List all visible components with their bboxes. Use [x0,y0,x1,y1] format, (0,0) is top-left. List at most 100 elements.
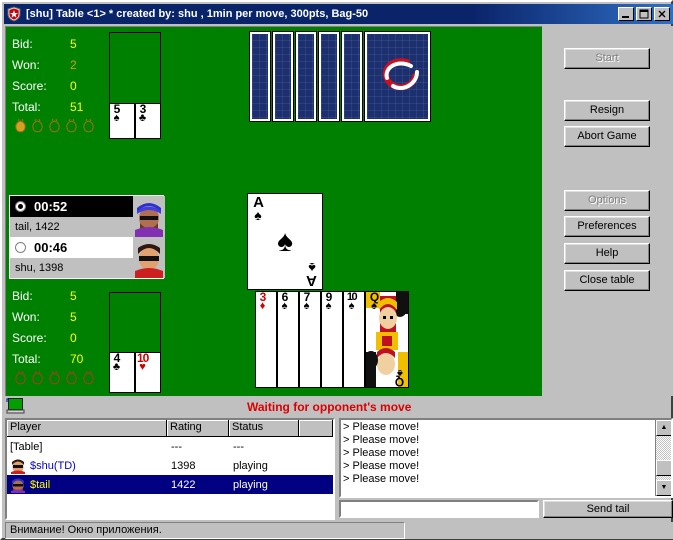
card-suit: ♣ [138,112,147,124]
chat-message: > Please move! [343,421,420,433]
close-table-button[interactable]: Close table [564,270,650,291]
hand-card[interactable]: 9 ♠ [321,291,343,388]
bag-icon-empty [82,370,95,385]
control-button-panel: Start Resign Abort Game Options Preferen… [542,26,673,396]
opponent-trick-card: 5 ♠ [109,103,135,139]
player-list[interactable]: Player Rating Status [Table] --- --- $sh… [5,418,335,520]
chat-log[interactable]: > Please move! > Please move! > Please m… [339,418,673,498]
rating-cell: 1422 [171,478,196,491]
card-suit: ♠ [281,300,288,312]
bag-icon-filled [14,118,27,133]
app-shield-icon [6,6,22,22]
rating-cell: --- [171,440,182,453]
card-suit: ♠ [348,300,355,312]
chat-message: > Please move! [343,460,420,472]
score-label: Total: [12,351,41,366]
player-cell: [Table] [7,441,167,453]
rating-cell: 1398 [171,459,196,472]
hand-card[interactable]: 10 ♠ [343,291,365,388]
score-label: Score: [12,330,47,345]
card-corner: 10 ♠ [344,292,359,312]
facedown-card [272,31,294,122]
close-button[interactable] [654,7,670,21]
abort-game-button[interactable]: Abort Game [564,126,650,147]
close-icon [658,10,666,18]
score-value: 5 [70,36,77,51]
column-header-spacer [299,420,333,436]
player-name: $tail [30,478,51,491]
scroll-thumb[interactable] [656,460,671,476]
bag-icon-empty [31,370,44,385]
player-trick-card: 10 ♥ [135,352,161,393]
minimize-icon [622,16,629,18]
player-clock-panel: 00:52 tail, 1422 00:46 shu, 1398 [9,195,165,279]
chat-lines: > Please move! > Please move! > Please m… [343,421,652,486]
scroll-down-button[interactable]: ▼ [656,480,671,496]
table-row[interactable]: $shu(TD) 1398 playing [7,456,333,475]
options-button[interactable]: Options [564,190,650,211]
player-trick-card: 4 ♣ [109,352,135,393]
card-back-pattern [344,34,360,119]
send-button[interactable]: Send tail [543,500,673,518]
card-back-pattern [252,34,268,119]
minimize-button[interactable] [618,7,634,21]
chat-message: > Please move! [343,473,420,485]
avatar-tail-icon [133,196,165,237]
maximize-icon [639,9,649,19]
bag-icon-empty [14,370,27,385]
card-suit: ♠ [325,300,332,312]
chat-message: > Please move! [343,447,420,459]
avatar-shu-icon [11,459,25,474]
start-button[interactable]: Start [564,48,650,69]
card-back-pattern [367,34,428,119]
preferences-button[interactable]: Preferences [564,216,650,237]
column-header-rating[interactable]: Rating [167,420,229,436]
column-header-player[interactable]: Player [7,420,167,436]
hand-card[interactable]: 7 ♠ [299,291,321,388]
chat-scrollbar[interactable]: ▲ ▼ [655,420,671,496]
opponent-trick-card: 3 ♣ [135,103,161,139]
score-label: Total: [12,99,41,114]
score-label: Bid: [12,36,33,51]
card-suit: ♠ [303,300,310,312]
status-message: Waiting for opponent's move [247,400,412,414]
card-corner: 3 ♣ [137,104,148,124]
card-corner: 5 ♠ [111,104,122,124]
player-cell: $tail [7,477,167,493]
title-bar[interactable]: [shu] Table <1> * created by: shu , 1min… [4,4,673,24]
status-cell: playing [233,478,268,491]
maximize-button[interactable] [636,7,652,21]
status-bar: Внимание! Окно приложения. [5,522,673,539]
card-corner: 9 ♠ [323,292,334,312]
player-cell: $shu(TD) [7,458,167,474]
window-title: [shu] Table <1> * created by: shu , 1min… [26,8,369,20]
bag-icon-empty [65,370,78,385]
bag-icon-empty [48,370,61,385]
window-controls [618,7,670,21]
card-corner: 3 ♦ [257,292,268,312]
column-header-status[interactable]: Status [229,420,299,436]
score-value: 2 [70,57,77,72]
player-list-header: Player Rating Status [7,420,333,437]
hand-card-face[interactable]: Q ♠ Q ♠ [365,291,409,388]
bag-icon-empty [48,118,61,133]
scroll-up-button[interactable]: ▲ [656,420,671,436]
table-row[interactable]: [Table] --- --- [7,437,333,456]
facedown-card [364,31,431,122]
hand-card[interactable]: 3 ♦ [255,291,277,388]
turn-indicator-icon [15,201,26,212]
chat-input[interactable] [339,500,539,518]
facedown-card [318,31,340,122]
card-corner-inverted: A ♠ [305,260,319,289]
bag-icon-empty [31,118,44,133]
table-row[interactable]: $tail 1422 playing [7,475,333,494]
hand-card[interactable]: 6 ♠ [277,291,299,388]
bag-icon-empty [82,118,95,133]
turn-indicator-icon [15,242,26,253]
game-felt-area: Bid: 5 Won: 2 Score: 0 Total: 51 5 ♠ 3 ♣… [5,26,542,396]
card-corner-inverted: Q ♠ [393,367,407,387]
help-button[interactable]: Help [564,243,650,264]
score-value: 70 [70,351,84,366]
card-back-pattern [275,34,291,119]
resign-button[interactable]: Resign [564,100,650,121]
